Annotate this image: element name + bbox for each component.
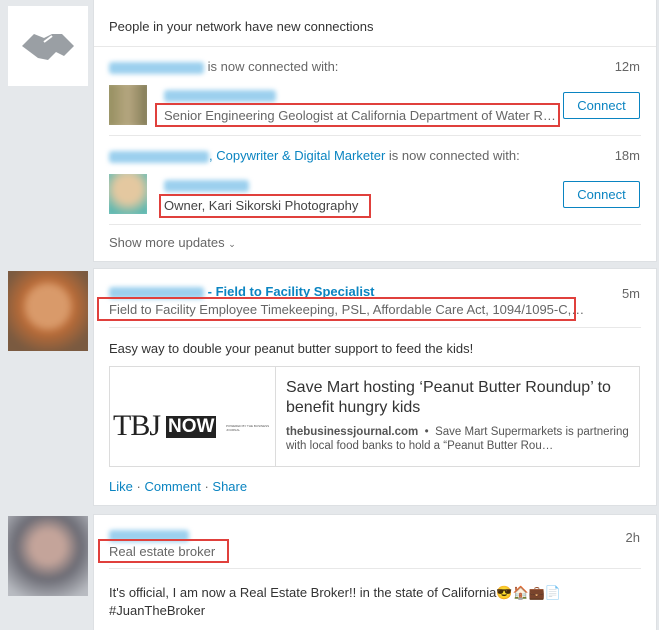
headline: Owner, Kari Sikorski Photography xyxy=(164,198,359,213)
article-preview[interactable]: TBJ NOW POWERED BY THE BUSINESS JOURNAL … xyxy=(109,366,640,467)
timestamp: 2h xyxy=(625,530,640,545)
avatar[interactable] xyxy=(8,516,88,596)
hashtag-link[interactable]: #JuanTheBroker xyxy=(109,603,205,618)
post-text: Easy way to double your peanut butter su… xyxy=(109,341,474,356)
blurred-name-link[interactable] xyxy=(109,61,204,74)
post-card: 2h Real estate broker It's official, I a… xyxy=(94,515,656,630)
avatar[interactable] xyxy=(109,174,147,214)
article-title[interactable]: Save Mart hosting ‘Peanut Butter Roundup… xyxy=(286,378,631,418)
connections-icon-box xyxy=(8,6,88,86)
timestamp: 12m xyxy=(614,59,640,74)
article-meta: thebusinessjournal.com • Save Mart Super… xyxy=(286,426,629,452)
post-actions: Like · Comment · Share xyxy=(109,479,248,494)
headline: Field to Facility Employee Timekeeping, … xyxy=(109,302,585,317)
connect-button[interactable]: Connect xyxy=(563,181,640,208)
timestamp: 5m xyxy=(621,286,640,301)
blurred-name-link[interactable] xyxy=(109,150,209,163)
headline: Real estate broker xyxy=(109,544,216,559)
connect-button[interactable]: Connect xyxy=(563,92,640,119)
post-card: - Field to Facility Specialist 5m Field … xyxy=(94,269,656,505)
comment-link[interactable]: Comment xyxy=(144,479,200,494)
article-logo: TBJ NOW POWERED BY THE BUSINESS JOURNAL xyxy=(110,367,276,466)
network-updates-card: People in your network have new connecti… xyxy=(94,0,656,261)
chevron-down-icon: ⌄ xyxy=(228,239,236,249)
blurred-name-link[interactable] xyxy=(164,180,249,192)
show-more-updates-link[interactable]: Show more updates ⌄ xyxy=(109,235,236,250)
card-header: People in your network have new connecti… xyxy=(109,19,374,34)
update-line: , Copywriter & Digital Marketer is now c… xyxy=(109,148,520,163)
like-link[interactable]: Like xyxy=(109,479,133,494)
handshake-icon xyxy=(22,34,74,60)
avatar[interactable] xyxy=(8,271,88,351)
update-line: is now connected with: xyxy=(109,59,338,74)
share-link[interactable]: Share xyxy=(212,479,247,494)
post-text: It's official, I am now a Real Estate Br… xyxy=(109,585,562,618)
headline: Senior Engineering Geologist at Californ… xyxy=(164,108,556,123)
timestamp: 18m xyxy=(614,148,640,163)
blurred-name-link[interactable] xyxy=(164,90,276,102)
avatar[interactable] xyxy=(109,85,147,125)
